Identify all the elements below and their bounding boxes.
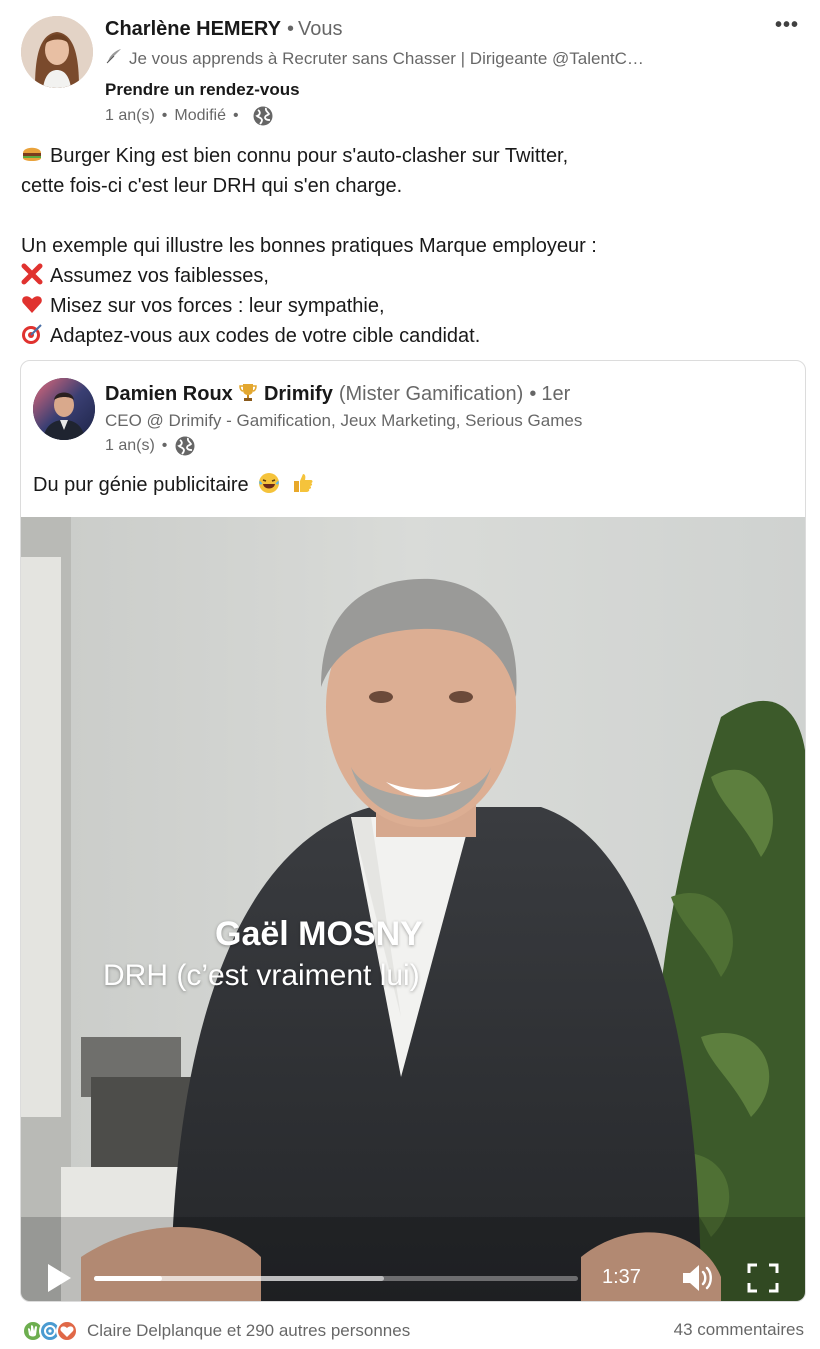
- commentary-line: Misez sur vos forces : leur sympathie,: [21, 291, 801, 321]
- shared-author-headline: CEO @ Drimify - Gamification, Jeux Marke…: [105, 411, 583, 430]
- commentary-line: Un exemple qui illustre les bonnes prati…: [21, 231, 801, 261]
- author-name[interactable]: Charlène HEMERY: [105, 18, 281, 40]
- shared-author-avatar[interactable]: [33, 378, 95, 440]
- connection-degree: 1er: [541, 383, 571, 405]
- shared-post-time[interactable]: 1 an(s): [105, 437, 155, 455]
- commentary-text: cette fois-ci c'est leur DRH qui s'en ch…: [21, 175, 403, 197]
- shared-post-text: Du pur génie publicitaire: [33, 472, 316, 497]
- post-commentary: Burger King est bien connu pour s'auto-c…: [21, 141, 801, 351]
- laughing-emoji-icon: [258, 472, 282, 494]
- shared-post-meta: 1 an(s) •: [105, 435, 196, 457]
- target-emoji-icon: [21, 323, 45, 345]
- red-heart-emoji-icon: [21, 293, 45, 315]
- volume-icon[interactable]: [681, 1262, 715, 1294]
- video-frame: [21, 517, 805, 1301]
- commentary-blank-line: [21, 201, 801, 231]
- commentary-text: Assumez vos faiblesses,: [50, 265, 269, 287]
- commentary-line: Burger King est bien connu pour s'auto-c…: [21, 141, 801, 171]
- comments-count[interactable]: 43 commentaires: [674, 1320, 804, 1340]
- post-meta: 1 an(s) • Modifié •: [105, 105, 274, 127]
- thumbs-up-emoji-icon: [292, 472, 316, 494]
- reshared-post[interactable]: Damien Roux Drimify (Mister Gamification)…: [20, 360, 806, 1302]
- edited-label: Modifié: [174, 107, 226, 124]
- shared-author-line[interactable]: Damien Roux Drimify (Mister Gamification)…: [105, 382, 570, 406]
- video-duration: 1:37: [602, 1266, 641, 1288]
- shared-author-company[interactable]: Drimify: [264, 383, 333, 405]
- post-time[interactable]: 1 an(s): [105, 107, 155, 125]
- author-headline: Je vous apprends à Recruter sans Chasser…: [105, 48, 644, 69]
- commentary-text: Un exemple qui illustre les bonnes prati…: [21, 235, 597, 257]
- shared-text-content: Du pur génie publicitaire: [33, 474, 249, 496]
- meta-dot: •: [232, 107, 239, 124]
- video-progress-fill: [94, 1276, 162, 1281]
- book-meeting-link[interactable]: Prendre un rendez-vous: [105, 80, 300, 100]
- commentary-line: Assumez vos faiblesses,: [21, 261, 801, 291]
- video-controls: 1:37: [21, 1232, 805, 1301]
- globe-icon: [252, 105, 274, 127]
- commentary-text: Adaptez-vous aux codes de votre cible ca…: [50, 325, 481, 347]
- author-avatar[interactable]: [21, 16, 93, 88]
- commentary-line: Adaptez-vous aux codes de votre cible ca…: [21, 321, 801, 351]
- video-progress-bar[interactable]: [94, 1276, 578, 1281]
- shared-separator: •: [529, 383, 537, 405]
- play-icon[interactable]: [45, 1262, 73, 1294]
- video-overlay-name: Gaël MOSNY: [215, 915, 423, 953]
- shared-author-name[interactable]: Damien Roux: [105, 383, 233, 405]
- trophy-emoji-icon: [238, 382, 258, 402]
- love-icon: [56, 1320, 78, 1342]
- shared-author-alias: (Mister Gamification): [338, 383, 524, 405]
- commentary-line: cette fois-ci c'est leur DRH qui s'en ch…: [21, 171, 801, 201]
- fullscreen-icon[interactable]: [747, 1263, 779, 1293]
- video-player[interactable]: Gaël MOSNY DRH (c’est vraiment lui) 1:37: [21, 517, 805, 1301]
- name-separator: •: [286, 18, 294, 40]
- reactions-summary[interactable]: Claire Delplanque et 290 autres personne…: [22, 1318, 410, 1344]
- burger-emoji-icon: [21, 143, 45, 165]
- more-options-button[interactable]: •••: [770, 14, 804, 42]
- feed-post: Charlène HEMERY • Vous Je vous apprends à …: [0, 0, 820, 1349]
- meta-dot: •: [161, 107, 168, 124]
- author-headline-text: Je vous apprends à Recruter sans Chasser…: [129, 49, 644, 68]
- meta-dot: •: [161, 437, 168, 454]
- commentary-text: Misez sur vos forces : leur sympathie,: [50, 295, 385, 317]
- author-name-line[interactable]: Charlène HEMERY • Vous: [105, 18, 342, 41]
- video-overlay-role: DRH (c’est vraiment lui): [103, 959, 420, 992]
- globe-icon: [174, 435, 196, 457]
- reactions-text[interactable]: Claire Delplanque et 290 autres personne…: [87, 1321, 410, 1341]
- commentary-text: Burger King est bien connu pour s'auto-c…: [50, 145, 569, 167]
- red-cross-emoji-icon: [21, 263, 45, 285]
- feather-icon: [105, 48, 123, 69]
- reaction-icons: [22, 1319, 80, 1343]
- author-relation: Vous: [297, 18, 343, 40]
